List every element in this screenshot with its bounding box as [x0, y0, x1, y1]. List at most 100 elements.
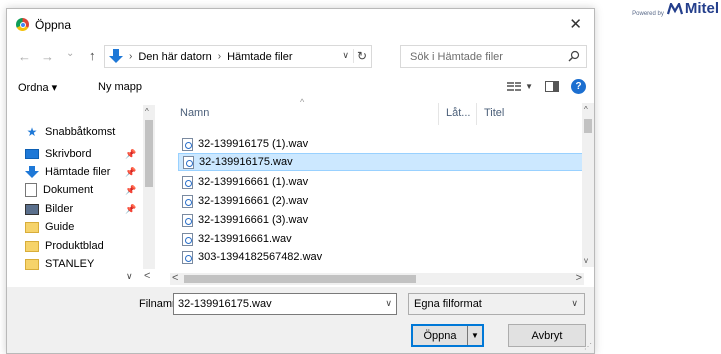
folder-icon	[25, 240, 39, 252]
file-name: 32-139916175 (1).wav	[198, 138, 309, 150]
nav-item-documents[interactable]: Dokument	[25, 181, 93, 199]
scrollbar-thumb[interactable]	[584, 119, 592, 133]
title-bar: Öppna ✕	[7, 9, 594, 39]
column-divider[interactable]	[438, 103, 439, 125]
search-placeholder: Sök i Hämtade filer	[410, 51, 503, 63]
column-header-length[interactable]: Låt...	[446, 107, 470, 127]
breadcrumb-separator-icon: ›	[217, 51, 222, 62]
dialog-footer: Filnamn: 32-139916175.wav ∨ Egna filform…	[7, 287, 594, 353]
breadcrumb-this-pc[interactable]: Den här datorn	[138, 51, 211, 63]
change-view-button[interactable]: ▼	[507, 81, 533, 92]
nav-item-label: STANLEY	[45, 258, 95, 270]
pin-icon: 📌	[125, 167, 137, 177]
audio-file-icon	[182, 194, 193, 208]
view-dropdown-icon: ▼	[525, 82, 533, 91]
downloads-icon	[25, 166, 39, 178]
nav-item-downloads[interactable]: Hämtade filer	[25, 163, 125, 181]
nav-item-label: Dokument	[43, 184, 94, 196]
nav-item-pictures[interactable]: Bilder	[25, 200, 73, 218]
forward-button[interactable]: →	[41, 49, 54, 64]
nav-item-label: Produktblad	[45, 240, 104, 252]
search-input[interactable]: Sök i Hämtade filer	[400, 45, 587, 68]
audio-file-icon	[182, 250, 193, 264]
new-folder-button[interactable]: Ny mapp	[98, 81, 142, 93]
help-icon[interactable]: ?	[571, 79, 586, 94]
nav-item-quick-access[interactable]: ★ Snabbåtkomst	[25, 123, 116, 141]
filetype-select[interactable]: Egna filformat ∨	[408, 293, 585, 315]
preview-pane-icon[interactable]	[545, 81, 559, 92]
breadcrumb-downloads[interactable]: Hämtade filer	[227, 51, 292, 63]
filename-input[interactable]: 32-139916175.wav ∨	[173, 293, 397, 315]
address-dropdown-icon[interactable]: ∨	[342, 50, 349, 61]
file-name: 32-139916661 (3).wav	[198, 214, 309, 226]
audio-file-icon	[182, 175, 193, 189]
column-header-name[interactable]: Namn	[180, 107, 209, 127]
file-row[interactable]: 32-139916661 (2).wav	[178, 192, 584, 210]
file-row[interactable]: 303-1394182567482.wav	[178, 249, 584, 265]
nav-pane-scrollbar[interactable]: ^	[143, 105, 155, 269]
mitel-logo-text: Mitel	[684, 0, 719, 17]
file-row[interactable]: 32-139916661 (1).wav	[178, 173, 584, 191]
dialog-title: Öppna	[35, 18, 72, 32]
address-bar[interactable]: › Den här datorn › Hämtade filer ∨ ↻	[104, 45, 372, 68]
desktop-icon	[25, 149, 39, 159]
pictures-icon	[25, 203, 39, 215]
file-name: 32-139916175.wav	[199, 156, 293, 168]
pin-icon: 📌	[125, 185, 137, 195]
scroll-up-icon[interactable]: ^	[584, 105, 588, 114]
cancel-button[interactable]: Avbryt	[508, 324, 586, 347]
folder-icon	[25, 221, 39, 233]
star-icon: ★	[26, 125, 38, 139]
scroll-up-icon[interactable]: ^	[145, 107, 149, 116]
nav-collapse-icon[interactable]: ∨	[126, 271, 133, 282]
open-button[interactable]: Öppna ▼	[411, 324, 484, 347]
refresh-icon[interactable]: ↻	[352, 49, 367, 63]
file-row[interactable]: 32-139916175 (1).wav	[178, 135, 584, 153]
file-row[interactable]: 32-139916661.wav	[178, 230, 584, 248]
file-name: 32-139916661 (2).wav	[198, 195, 309, 207]
file-name: 32-139916661 (1).wav	[198, 176, 309, 188]
scroll-down-icon[interactable]: v	[584, 256, 588, 265]
up-button[interactable]: ↑	[89, 48, 96, 63]
recent-locations-button[interactable]: ⌄	[66, 48, 74, 59]
file-name: 303-1394182567482.wav	[198, 251, 323, 263]
chrome-icon	[16, 18, 29, 31]
nav-item-desktop[interactable]: Skrivbord	[25, 145, 91, 163]
mitel-logo-mark-icon	[666, 2, 683, 14]
scrollbar-thumb[interactable]	[184, 275, 416, 283]
chevron-down-icon[interactable]: ∨	[571, 298, 578, 309]
command-bar: Ordna ▾ Ny mapp ▼ ?	[7, 77, 594, 99]
nav-item-produktblad[interactable]: Produktblad	[25, 237, 104, 255]
nav-item-guide[interactable]: Guide	[25, 218, 74, 236]
open-options-dropdown-icon[interactable]: ▼	[468, 326, 482, 345]
resize-grip-icon[interactable]: ⋰	[584, 342, 592, 351]
search-icon[interactable]	[568, 50, 580, 62]
pin-icon: 📌	[125, 149, 137, 159]
file-row-selected[interactable]: 32-139916175.wav	[178, 153, 584, 171]
scroll-right-icon[interactable]: >	[576, 272, 582, 284]
chevron-down-icon[interactable]: ∨	[385, 298, 392, 309]
column-divider[interactable]	[476, 103, 477, 125]
nav-item-stanley[interactable]: STANLEY	[25, 255, 94, 273]
document-icon	[25, 183, 37, 197]
sort-indicator-icon: ^	[300, 97, 305, 107]
column-header-title[interactable]: Titel	[484, 107, 504, 127]
view-controls: ▼ ?	[507, 79, 586, 94]
file-row[interactable]: 32-139916661 (3).wav	[178, 211, 584, 229]
organize-button[interactable]: Ordna ▾	[18, 81, 57, 94]
back-button[interactable]: ←	[18, 49, 31, 64]
scroll-left-icon[interactable]: <	[172, 272, 178, 284]
file-name: 32-139916661.wav	[198, 233, 292, 245]
folder-icon	[25, 258, 39, 270]
close-button[interactable]: ✕	[569, 15, 582, 33]
file-list-horizontal-scrollbar[interactable]: < >	[170, 272, 584, 285]
nav-item-label: Snabbåtkomst	[45, 126, 116, 138]
open-button-label[interactable]: Öppna	[413, 326, 468, 345]
audio-file-icon	[183, 155, 194, 169]
audio-file-icon	[182, 232, 193, 246]
scrollbar-thumb[interactable]	[145, 120, 153, 187]
scroll-left-icon[interactable]: <	[144, 270, 150, 282]
file-list-vertical-scrollbar[interactable]: ^ v	[582, 103, 594, 267]
audio-file-icon	[182, 137, 193, 151]
filetype-value: Egna filformat	[414, 298, 482, 310]
